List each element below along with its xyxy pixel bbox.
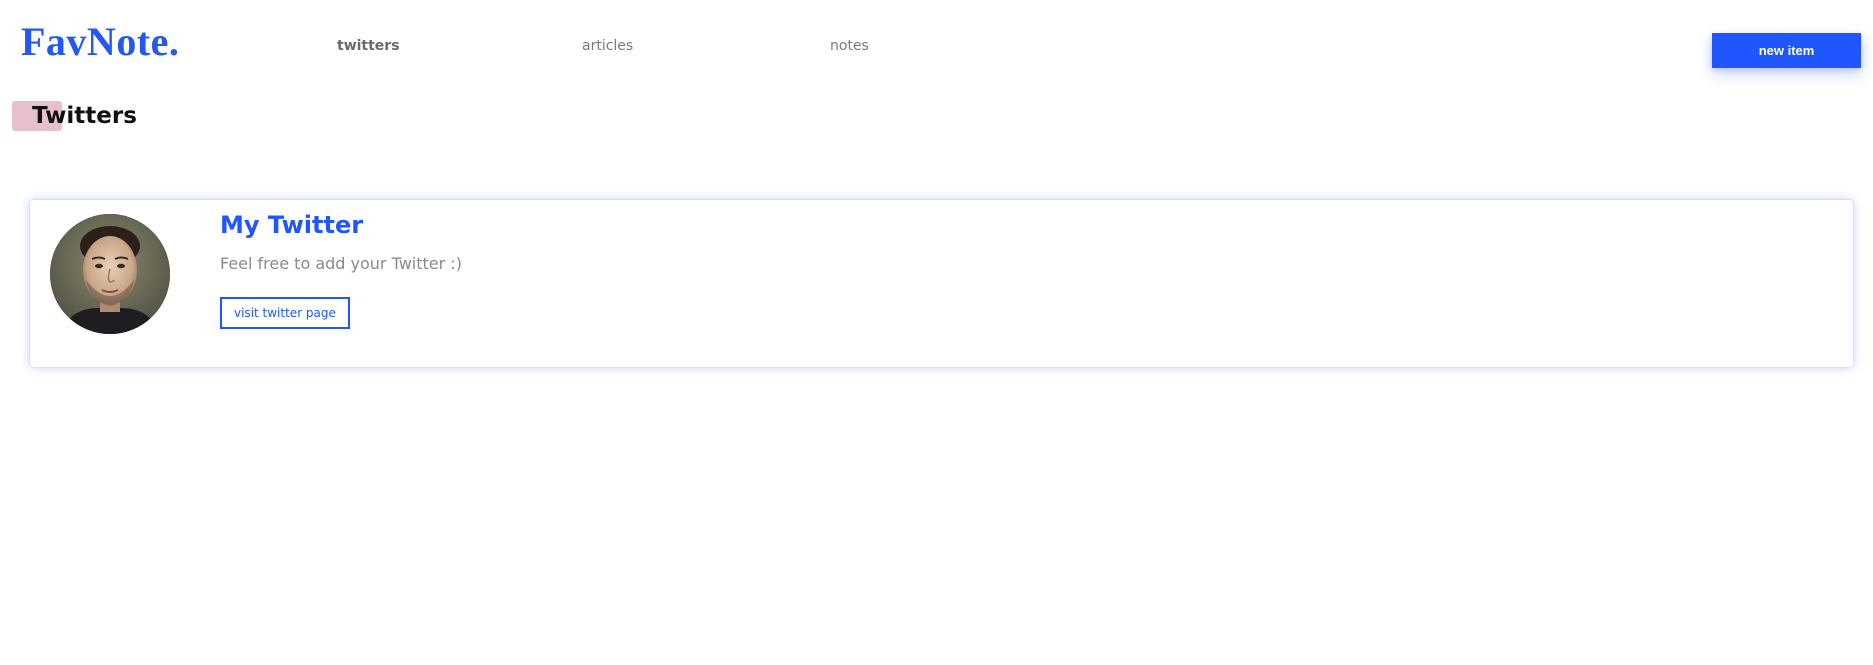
app-logo[interactable]: FavNote. (21, 22, 179, 62)
page-title-wrapper: Twitters (12, 101, 212, 133)
twitter-card: My Twitter Feel free to add your Twitter… (30, 200, 1853, 367)
page: FavNote. twitters articles notes new ite… (0, 0, 1873, 665)
nav-link-articles[interactable]: articles (582, 38, 633, 54)
nav-link-twitters[interactable]: twitters (337, 38, 400, 54)
nav-link-notes[interactable]: notes (830, 38, 869, 54)
visit-twitter-page-button[interactable]: visit twitter page (220, 297, 350, 329)
card-title: My Twitter (220, 211, 364, 239)
page-title: Twitters (32, 103, 137, 129)
user-avatar-icon (50, 214, 170, 334)
new-item-button[interactable]: new item (1712, 33, 1861, 68)
card-description: Feel free to add your Twitter :) (220, 254, 462, 273)
avatar-image (50, 214, 170, 334)
